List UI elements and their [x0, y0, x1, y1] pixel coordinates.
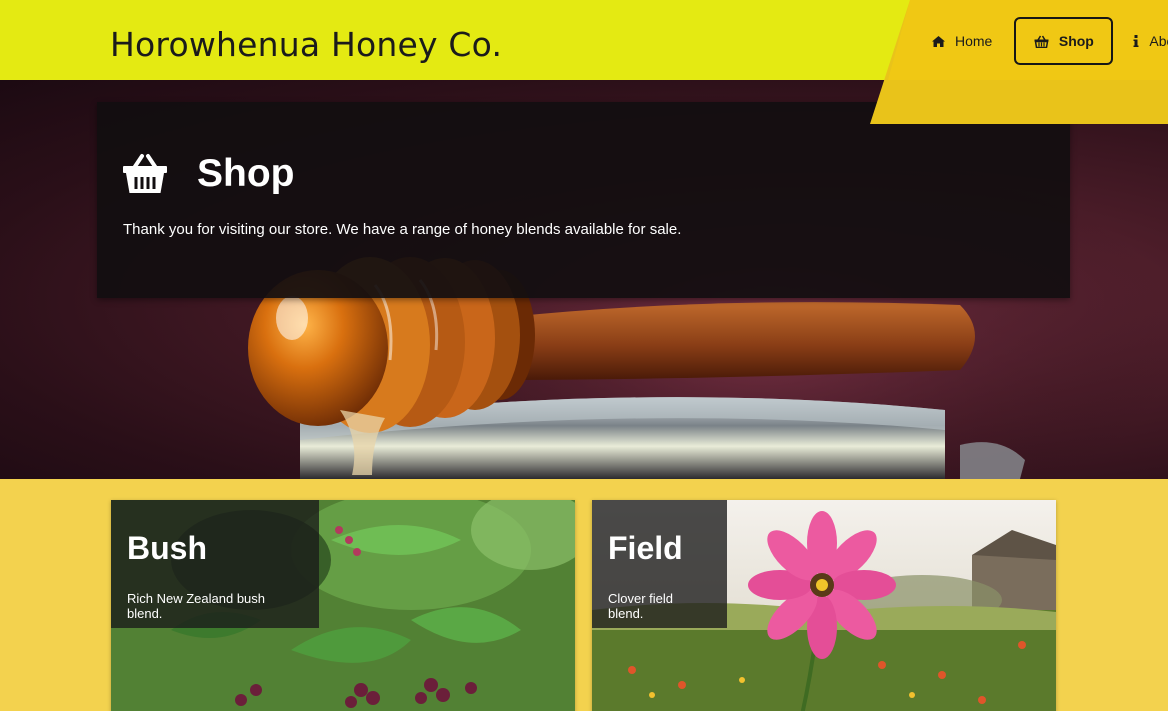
info-icon	[1133, 35, 1139, 47]
product-card-label: Field Clover field blend.	[592, 500, 727, 628]
nav-label-about: Abou	[1149, 33, 1168, 49]
nav-item-home[interactable]: Home	[930, 17, 994, 65]
shop-intro-text: Thank you for visiting our store. We hav…	[123, 221, 682, 238]
brand-logo-text[interactable]: Horowhenua Honey Co.	[110, 28, 502, 61]
nav-label-shop: Shop	[1058, 33, 1094, 49]
basket-icon	[123, 154, 167, 193]
nav-item-about[interactable]: Abou	[1133, 17, 1168, 65]
nav-item-shop[interactable]: Shop	[1014, 17, 1114, 65]
page-title: Shop	[197, 152, 295, 195]
product-description: Rich New Zealand bush blend.	[127, 591, 266, 621]
basket-icon	[1034, 35, 1049, 48]
home-icon	[932, 35, 945, 47]
product-title: Bush	[127, 530, 207, 566]
product-card-bush[interactable]: Bush Rich New Zealand bush blend.	[111, 500, 575, 711]
product-description: Clover field blend.	[608, 591, 674, 621]
product-title: Field	[608, 530, 683, 566]
nav-label-home: Home	[955, 33, 993, 49]
product-list: Bush Rich New Zealand bush blend. Field …	[0, 479, 1168, 711]
shop-intro-panel: Shop Thank you for visiting our store. W…	[97, 102, 1070, 298]
product-card-field[interactable]: Field Clover field blend.	[592, 500, 1056, 711]
main-nav: Home Shop Abou	[930, 16, 1168, 66]
product-card-label: Bush Rich New Zealand bush blend.	[111, 500, 319, 628]
